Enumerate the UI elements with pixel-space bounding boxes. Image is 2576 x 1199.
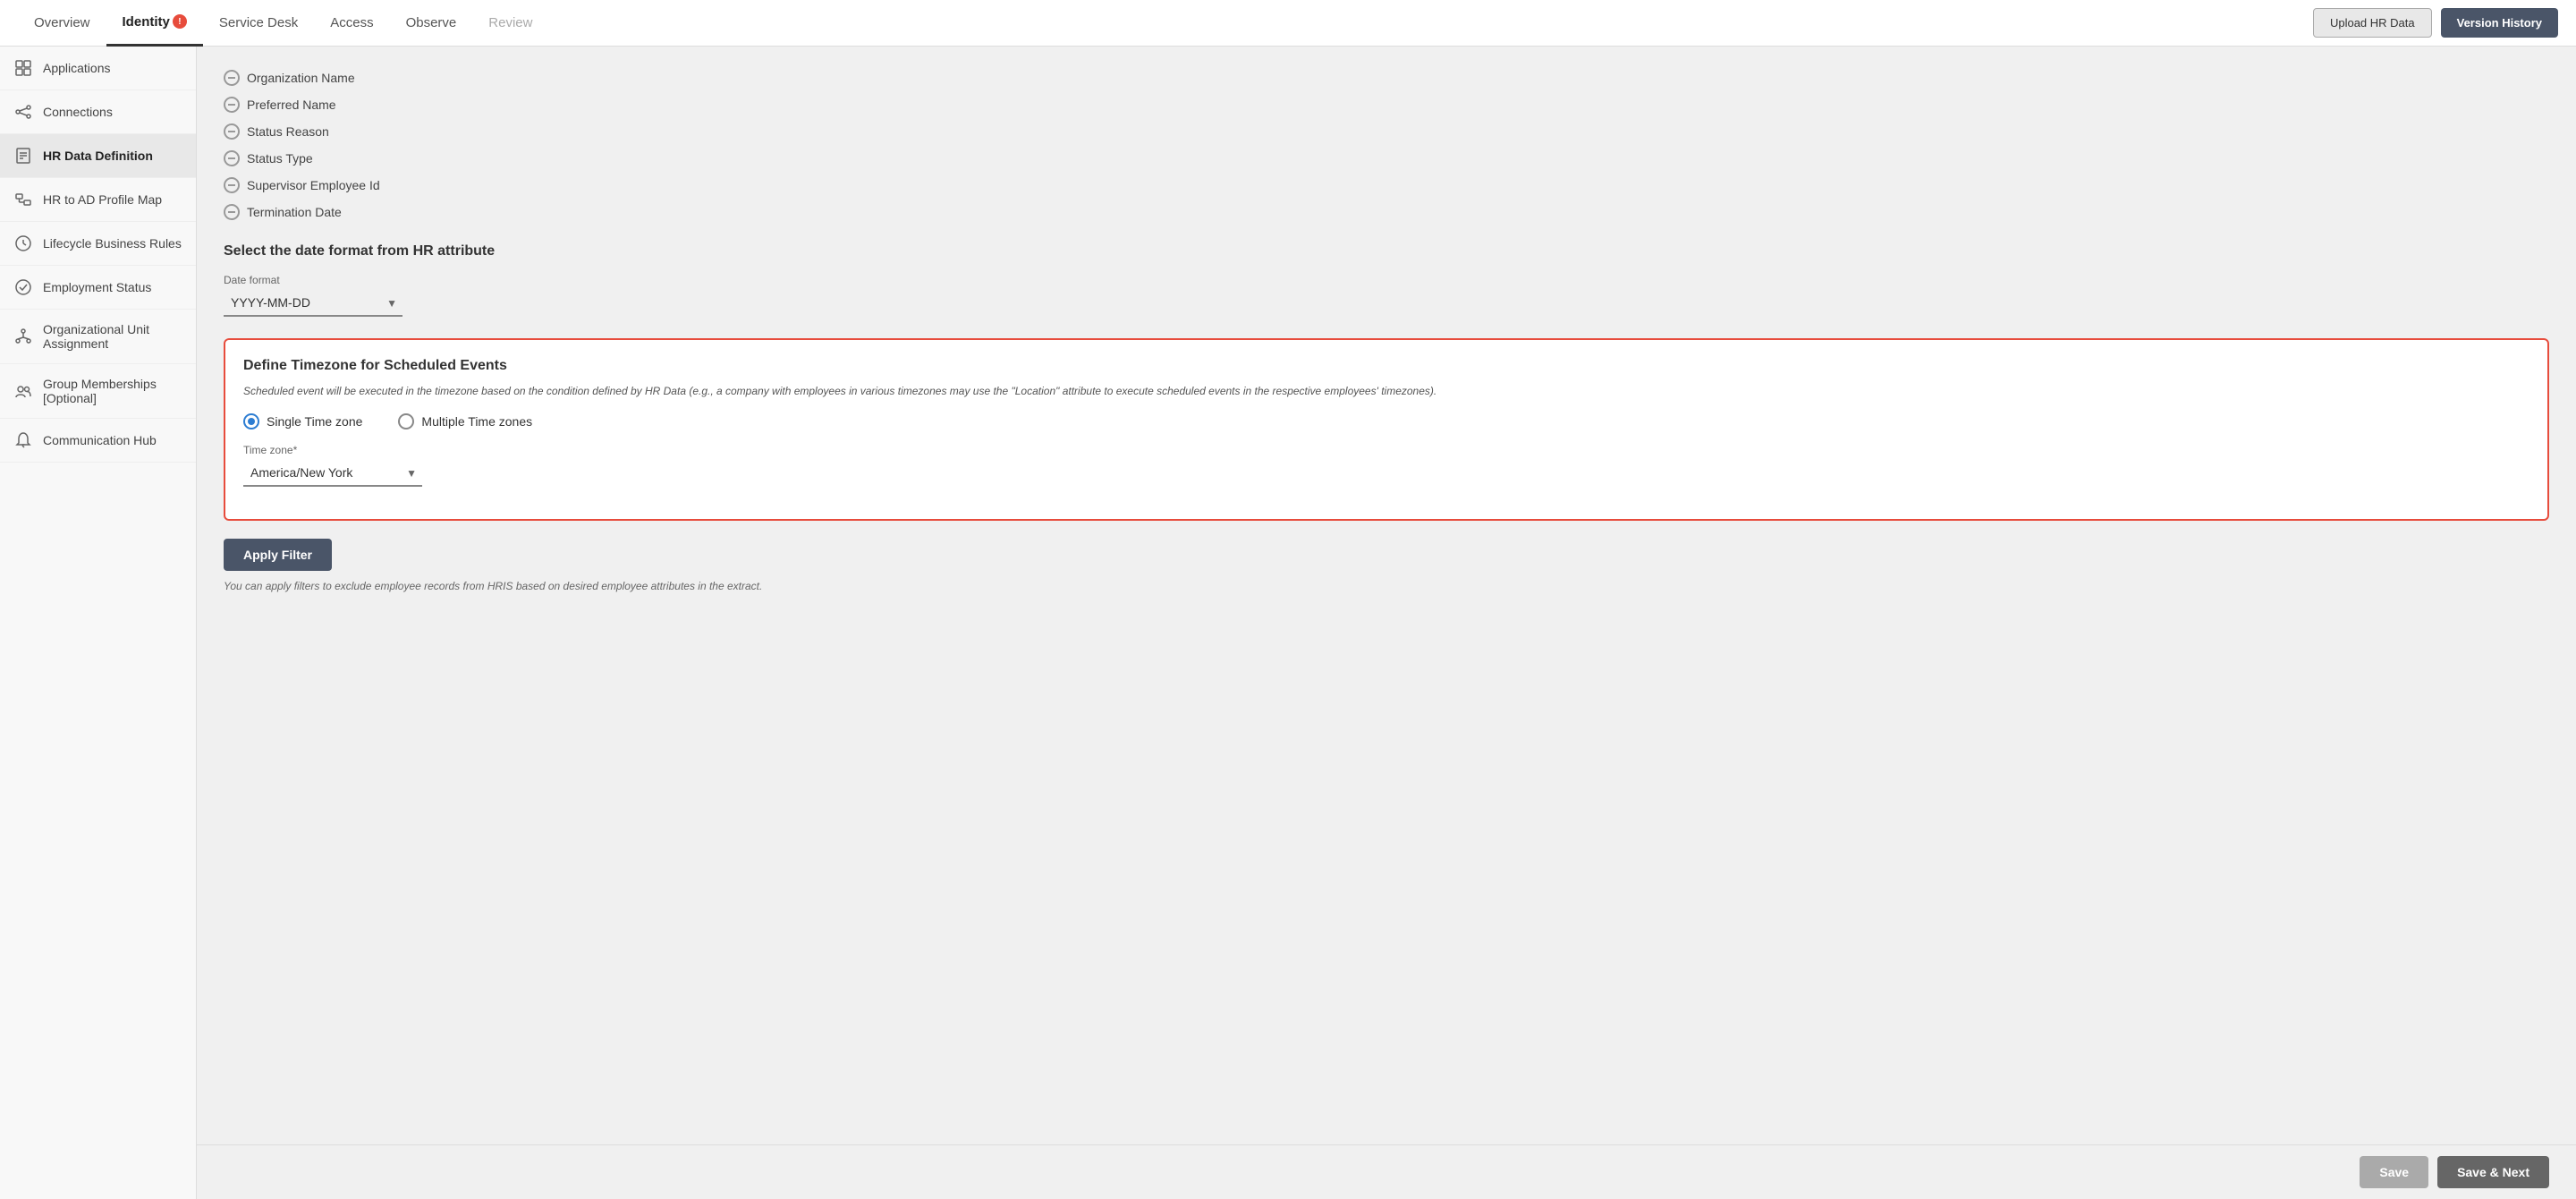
sidebar-item-applications[interactable]: Applications	[0, 47, 196, 90]
attr-item-preferred-name: Preferred Name	[224, 91, 2549, 118]
nav-tabs: Overview Identity ! Service Desk Access …	[18, 0, 2313, 47]
date-format-title: Select the date format from HR attribute	[224, 243, 2549, 259]
radio-single-timezone[interactable]: Single Time zone	[243, 413, 362, 429]
sidebar-item-org-unit-assignment[interactable]: Organizational Unit Assignment	[0, 310, 196, 364]
sidebar-item-group-memberships[interactable]: Group Memberships [Optional]	[0, 364, 196, 419]
attr-icon	[224, 177, 240, 193]
attr-item-org-name: Organization Name	[224, 64, 2549, 91]
sidebar-item-hr-data-definition[interactable]: HR Data Definition	[0, 134, 196, 178]
save-next-button[interactable]: Save & Next	[2437, 1156, 2549, 1188]
connections-icon	[14, 103, 32, 121]
radio-circle-multiple	[398, 413, 414, 429]
upload-hr-data-button[interactable]: Upload HR Data	[2313, 8, 2432, 38]
bell-icon	[14, 431, 32, 449]
date-format-select-wrap: YYYY-MM-DD MM-DD-YYYY DD-MM-YYYY MM/DD/Y…	[224, 290, 402, 317]
timezone-select-wrap: America/New York America/Chicago America…	[243, 460, 422, 487]
sidebar-item-communication-hub[interactable]: Communication Hub	[0, 419, 196, 463]
date-format-label: Date format	[224, 274, 2549, 286]
tab-access[interactable]: Access	[314, 0, 389, 47]
check-icon	[14, 278, 32, 296]
timezone-radio-group: Single Time zone Multiple Time zones	[243, 413, 2529, 429]
sidebar: Applications Connections	[0, 47, 197, 1199]
timezone-select[interactable]: America/New York America/Chicago America…	[243, 460, 422, 487]
tab-review: Review	[472, 0, 548, 47]
attr-item-status-reason: Status Reason	[224, 118, 2549, 145]
grid-icon	[14, 59, 32, 77]
timezone-section: Define Timezone for Scheduled Events Sch…	[224, 338, 2549, 521]
date-format-section: Select the date format from HR attribute…	[224, 243, 2549, 317]
date-format-group: Date format YYYY-MM-DD MM-DD-YYYY DD-MM-…	[224, 274, 2549, 317]
main-content: Organization Name Preferred Name Status …	[197, 47, 2576, 1199]
top-navigation: Overview Identity ! Service Desk Access …	[0, 0, 2576, 47]
bottom-action-bar: Save Save & Next	[197, 1144, 2576, 1199]
filter-description: You can apply filters to exclude employe…	[224, 580, 2549, 592]
main-layout: Applications Connections	[0, 47, 2576, 1199]
version-history-button[interactable]: Version History	[2441, 8, 2558, 38]
date-format-select[interactable]: YYYY-MM-DD MM-DD-YYYY DD-MM-YYYY MM/DD/Y…	[224, 290, 402, 317]
sidebar-item-connections[interactable]: Connections	[0, 90, 196, 134]
tab-observe[interactable]: Observe	[390, 0, 473, 47]
radio-circle-single	[243, 413, 259, 429]
tab-identity[interactable]: Identity !	[106, 0, 203, 47]
timezone-title: Define Timezone for Scheduled Events	[243, 358, 2529, 374]
group-icon	[14, 382, 32, 400]
sidebar-item-lifecycle-business-rules[interactable]: Lifecycle Business Rules	[0, 222, 196, 266]
save-button[interactable]: Save	[2360, 1156, 2428, 1188]
org-icon	[14, 327, 32, 345]
timezone-label: Time zone*	[243, 444, 2529, 456]
attr-icon	[224, 123, 240, 140]
apply-filter-section: Apply Filter You can apply filters to ex…	[224, 539, 2549, 592]
sidebar-item-hr-to-ad-profile-map[interactable]: HR to AD Profile Map	[0, 178, 196, 222]
attr-item-status-type: Status Type	[224, 145, 2549, 172]
timezone-select-group: Time zone* America/New York America/Chic…	[243, 444, 2529, 487]
hr-data-icon	[14, 147, 32, 165]
nav-actions: Upload HR Data Version History	[2313, 8, 2558, 38]
radio-multiple-timezone[interactable]: Multiple Time zones	[398, 413, 532, 429]
attr-icon	[224, 204, 240, 220]
identity-badge: !	[173, 14, 187, 29]
profile-map-icon	[14, 191, 32, 208]
apply-filter-button[interactable]: Apply Filter	[224, 539, 332, 571]
timezone-description: Scheduled event will be executed in the …	[243, 383, 2529, 399]
tab-service-desk[interactable]: Service Desk	[203, 0, 314, 47]
attr-item-supervisor-id: Supervisor Employee Id	[224, 172, 2549, 199]
attr-icon	[224, 97, 240, 113]
attr-item-termination-date: Termination Date	[224, 199, 2549, 225]
attr-icon	[224, 70, 240, 86]
rules-icon	[14, 234, 32, 252]
sidebar-item-employment-status[interactable]: Employment Status	[0, 266, 196, 310]
tab-overview[interactable]: Overview	[18, 0, 106, 47]
attribute-list: Organization Name Preferred Name Status …	[224, 64, 2549, 225]
attr-icon	[224, 150, 240, 166]
